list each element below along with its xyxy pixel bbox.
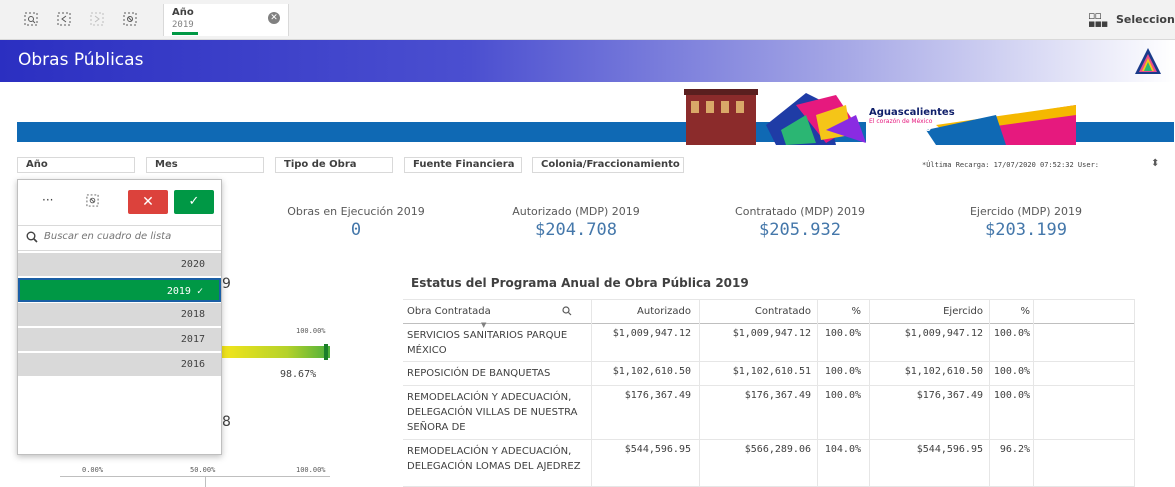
col-header-pct1[interactable]: % — [821, 299, 861, 324]
kpi-label: Obras en Ejecución 2019 — [287, 205, 425, 218]
kpi-value: $205.932 — [759, 220, 841, 240]
table-cell: $1,102,610.51 — [732, 366, 811, 377]
gauge-percent: 98.67% — [280, 369, 317, 380]
listbox-option[interactable]: 2018 — [18, 303, 221, 327]
axis-label-100: 100.00% — [296, 466, 326, 474]
table-row[interactable]: REMODELACIÓN Y ADECUACIÓN, DELEGACIÓN LO… — [403, 440, 1135, 487]
table-cell: $176,367.49 — [744, 390, 811, 401]
app-logo — [1135, 48, 1161, 74]
kpi-value: 0 — [350, 220, 362, 240]
confirm-selection-button[interactable]: ✓ — [174, 190, 214, 214]
banner-logo: Aguascalientes El corazón de México AYUN… — [676, 85, 1076, 153]
selection-toolbar: Año 2019 ✕ ▫▫▪▪▪ Selecciones — [0, 0, 1175, 40]
selection-value: 2019 — [172, 20, 194, 30]
table-cell: 100.0% — [993, 328, 1030, 339]
table-cell: $1,102,610.50 — [904, 366, 983, 377]
filter-colonia[interactable]: Colonia/Fraccionamiento — [532, 157, 684, 173]
table-title: Estatus del Programa Anual de Obra Públi… — [411, 276, 749, 290]
axis-label-50: 50.00% — [190, 466, 216, 474]
table-cell: 100.0% — [824, 366, 861, 377]
col-header-autorizado[interactable]: Autorizado — [593, 299, 691, 324]
selection-indicator — [172, 32, 198, 35]
listbox-option[interactable]: 2020 — [18, 253, 221, 277]
kpi-label: Autorizado (MDP) 2019 — [512, 205, 640, 218]
cell-obra: SERVICIOS SANITARIOS PARQUE MÉXICO — [407, 330, 568, 356]
logo-text-1: Aguascalientes — [869, 107, 955, 118]
table-cell: $176,367.49 — [916, 390, 983, 401]
search-icon — [26, 231, 38, 246]
listbox-option[interactable]: 2019 ✓ — [18, 278, 221, 302]
kpi-ejercido: Ejercido (MDP) 2019 $203.199 — [946, 205, 1106, 240]
remove-selection-icon[interactable]: ✕ — [268, 12, 280, 24]
listbox-search-input[interactable] — [44, 231, 214, 242]
chart-fragment-number: 8 — [222, 414, 231, 430]
table-cell: 100.0% — [993, 390, 1030, 401]
last-reload-text: *Última Recarga: 17/07/2020 07:52:32 Use… — [922, 161, 1100, 169]
axis-line — [60, 476, 330, 477]
search-column-icon[interactable] — [562, 299, 572, 324]
selection-chip[interactable]: Año 2019 ✕ — [163, 4, 289, 36]
table-cell: $1,009,947.12 — [732, 328, 811, 339]
smart-search-icon[interactable] — [22, 10, 40, 28]
selections-label[interactable]: Selecciones — [1116, 13, 1175, 26]
more-options-button[interactable]: ··· — [42, 193, 53, 207]
kpi-obras-ejecucion: Obras en Ejecución 2019 0 — [276, 205, 436, 240]
filter-mes[interactable]: Mes — [146, 157, 264, 173]
cancel-selection-button[interactable]: ✕ — [128, 190, 168, 214]
table-cell: $1,102,610.50 — [612, 366, 691, 377]
filter-fuente-financiera[interactable]: Fuente Financiera — [404, 157, 522, 173]
table-cell: $1,009,947.12 — [612, 328, 691, 339]
table-cell: 100.0% — [824, 390, 861, 401]
step-back-icon[interactable] — [55, 10, 73, 28]
gauge-marker — [324, 344, 328, 360]
filter-tipo-obra[interactable]: Tipo de Obra — [275, 157, 393, 173]
listbox-search[interactable] — [18, 225, 221, 251]
cell-obra: REPOSICIÓN DE BANQUETAS — [407, 368, 551, 379]
axis-tick — [205, 476, 206, 487]
axis-label-0: 0.00% — [82, 466, 104, 474]
chart-fragment-number: 9 — [222, 276, 231, 292]
table-cell: 100.0% — [824, 328, 861, 339]
table-cell: $566,289.06 — [744, 444, 811, 455]
selection-field: Año — [172, 7, 194, 18]
logo-text-3: AYUNTAMIENTO — [869, 125, 931, 133]
app-header: Obras Públicas — [0, 40, 1175, 82]
table-cell: 96.2% — [999, 444, 1030, 455]
listbox-option[interactable]: 2017 — [18, 328, 221, 352]
table-row[interactable]: REMODELACIÓN Y ADECUACIÓN, DELEGACIÓN VI… — [403, 386, 1135, 440]
table-cell: $544,596.95 — [916, 444, 983, 455]
sort-arrows-icon[interactable]: ⬍ — [1151, 158, 1159, 169]
page-title: Obras Públicas — [18, 50, 144, 70]
kpi-label: Contratado (MDP) 2019 — [735, 205, 865, 218]
table-row[interactable]: SERVICIOS SANITARIOS PARQUE MÉXICO $1,009… — [403, 324, 1135, 362]
table-cell: 104.0% — [824, 444, 861, 455]
kpi-value: $204.708 — [535, 220, 617, 240]
kpi-label: Ejercido (MDP) 2019 — [969, 205, 1083, 218]
clear-selections-icon[interactable] — [121, 10, 139, 28]
col-header-contratado[interactable]: Contratado — [715, 299, 811, 324]
grid-icon[interactable]: ▫▫ ▪▪▪ — [1088, 10, 1108, 29]
progress-gauge — [222, 346, 330, 358]
listbox-option[interactable]: 2016 — [18, 353, 221, 377]
table-cell: 100.0% — [993, 366, 1030, 377]
table-row[interactable]: REPOSICIÓN DE BANQUETAS $1,102,610.50 $1,1… — [403, 362, 1135, 386]
table-cell: $1,009,947.12 — [904, 328, 983, 339]
kpi-contratado: Contratado (MDP) 2019 $205.932 — [720, 205, 880, 240]
table-cell: $176,367.49 — [624, 390, 691, 401]
anio-listbox-popup: ··· ✕ ✓ 20202019 ✓201820172016 — [17, 179, 222, 455]
table-cell: $544,596.95 — [624, 444, 691, 455]
gauge-axis-label: 100.00% — [296, 327, 326, 335]
col-header-pct2[interactable]: % — [990, 299, 1030, 324]
cell-obra: REMODELACIÓN Y ADECUACIÓN, DELEGACIÓN LO… — [407, 446, 581, 472]
cell-obra: REMODELACIÓN Y ADECUACIÓN, DELEGACIÓN VI… — [407, 392, 578, 433]
logo-text-2: El corazón de México — [869, 118, 933, 125]
kpi-value: $203.199 — [985, 220, 1067, 240]
col-header-ejercido[interactable]: Ejercido — [887, 299, 983, 324]
filter-anio[interactable]: Año — [17, 157, 135, 173]
kpi-autorizado: Autorizado (MDP) 2019 $204.708 — [496, 205, 656, 240]
col-header-obra[interactable]: Obra Contratada — [407, 299, 491, 324]
selection-tool-icon[interactable] — [86, 194, 99, 210]
step-forward-icon[interactable] — [88, 10, 106, 28]
